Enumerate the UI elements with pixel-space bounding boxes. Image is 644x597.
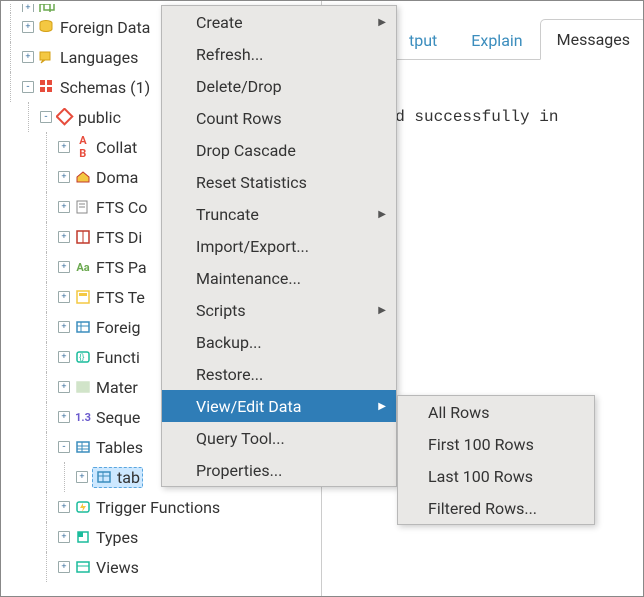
tree-label: FTS Di [96,228,142,247]
expand-icon[interactable]: + [58,201,70,213]
expand-icon[interactable]: + [58,141,70,153]
collations-icon: AB [74,138,92,156]
tree-label: Languages [60,48,138,67]
fts-dict-icon [74,228,92,246]
tree-label: FTS Co [96,198,147,217]
menu-truncate[interactable]: Truncate [162,198,396,230]
collapse-icon[interactable]: - [22,81,34,93]
table-context-menu: Create Refresh... Delete/Drop Count Rows… [161,5,397,487]
tree-label: Views [96,558,139,577]
menu-query-tool[interactable]: Query Tool... [162,422,396,454]
tables-icon [74,438,92,456]
tree-label: public [78,108,121,127]
tree-label: Tables [96,438,143,457]
sequences-icon: 1.3 [74,408,92,426]
collapse-icon[interactable]: - [40,111,52,123]
types-icon [74,528,92,546]
expand-icon[interactable]: + [22,4,34,12]
menu-create[interactable]: Create [162,6,396,38]
svg-text:{}: {} [79,353,85,362]
foreign-data-icon [38,18,56,36]
submenu-last-100[interactable]: Last 100 Rows [398,460,594,492]
tree-label: Foreign Data [60,18,150,37]
expand-icon[interactable]: + [58,261,70,273]
tree-label: Seque [96,408,140,427]
extensions-icon [38,4,56,12]
menu-restore[interactable]: Restore... [162,358,396,390]
tree-label: Trigger Functions [96,498,220,517]
menu-delete-drop[interactable]: Delete/Drop [162,70,396,102]
menu-maintenance[interactable]: Maintenance... [162,262,396,294]
menu-properties[interactable]: Properties... [162,454,396,486]
expand-icon[interactable]: + [76,471,88,483]
submenu-filtered-rows[interactable]: Filtered Rows... [398,492,594,524]
fts-config-icon [74,198,92,216]
tab-output[interactable]: tput [392,20,454,60]
tree-label: FTS Te [96,288,145,307]
tree-label: Functi [96,348,140,367]
tree-label: Schemas (1) [60,78,150,97]
menu-reset-statistics[interactable]: Reset Statistics [162,166,396,198]
expand-icon[interactable]: + [58,531,70,543]
submenu-first-100[interactable]: First 100 Rows [398,428,594,460]
expand-icon[interactable]: + [58,381,70,393]
trigger-functions-icon [74,498,92,516]
tree-label: Types [96,528,138,547]
tree-label: Collat [96,138,137,157]
functions-icon: {} [74,348,92,366]
expand-icon[interactable]: + [22,21,34,33]
submenu-all-rows[interactable]: All Rows [398,396,594,428]
tree-label: FTS Pa [96,258,147,277]
menu-count-rows[interactable]: Count Rows [162,102,396,134]
expand-icon[interactable]: + [58,321,70,333]
tree-node-types[interactable]: + Types [4,522,321,552]
collapse-icon[interactable]: - [58,441,70,453]
expand-icon[interactable]: + [58,231,70,243]
tab-messages[interactable]: Messages [540,19,644,60]
views-icon [74,558,92,576]
tree-label: Mater [96,378,138,397]
tree-label: Doma [96,168,138,187]
languages-icon [38,48,56,66]
expand-icon[interactable]: + [58,171,70,183]
schema-icon [56,108,74,126]
tab-label: Messages [557,30,630,49]
expand-icon[interactable]: + [22,51,34,63]
schemas-icon [38,78,56,96]
view-edit-submenu: All Rows First 100 Rows Last 100 Rows Fi… [397,395,595,525]
mat-views-icon [74,378,92,396]
fts-parser-icon: Aa [74,258,92,276]
foreign-tables-icon [74,318,92,336]
expand-icon[interactable]: + [58,351,70,363]
expand-icon[interactable]: + [58,501,70,513]
expand-icon[interactable]: + [58,291,70,303]
expand-icon[interactable]: + [58,411,70,423]
menu-scripts[interactable]: Scripts [162,294,396,326]
menu-backup[interactable]: Backup... [162,326,396,358]
table-icon [95,468,113,486]
menu-view-edit-data[interactable]: View/Edit Data [162,390,396,422]
fts-template-icon [74,288,92,306]
tree-node-trigger-functions[interactable]: + Trigger Functions [4,492,321,522]
tab-label: tput [409,31,437,50]
tab-label: Explain [471,31,522,50]
domains-icon [74,168,92,186]
tree-label: tab [117,468,140,487]
tree-label: Foreig [96,318,140,337]
menu-import-export[interactable]: Import/Export... [162,230,396,262]
tab-explain[interactable]: Explain [454,20,539,60]
expand-icon[interactable]: + [58,561,70,573]
menu-drop-cascade[interactable]: Drop Cascade [162,134,396,166]
tree-node-views[interactable]: + Views [4,552,321,582]
menu-refresh[interactable]: Refresh... [162,38,396,70]
